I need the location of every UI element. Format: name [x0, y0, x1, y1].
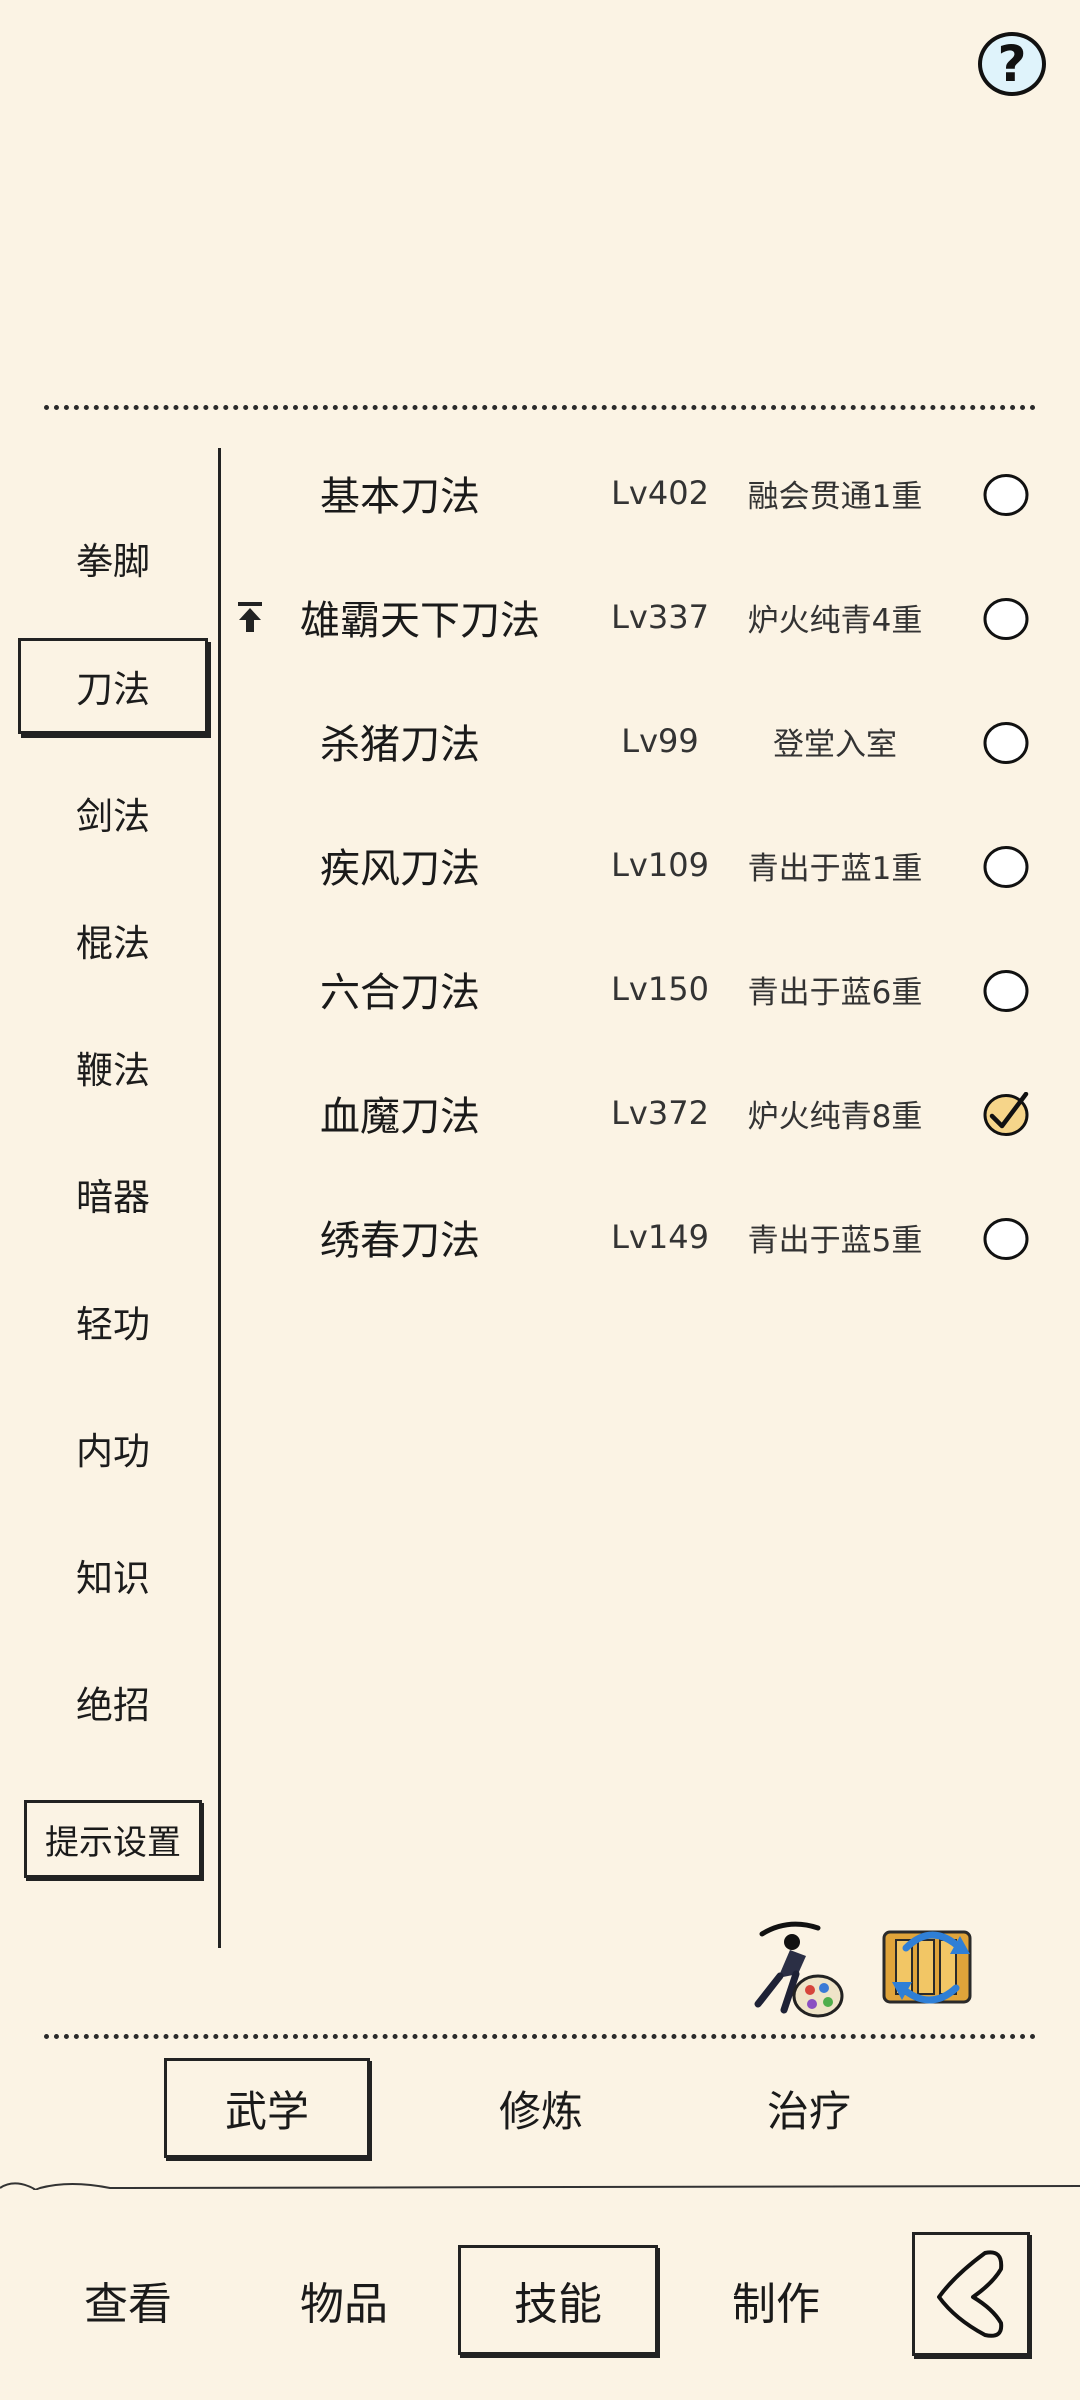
skill-row[interactable]: 血魔刀法 Lv372 炉火纯青8重 [230, 1068, 1050, 1158]
unchecked-circle-icon[interactable] [982, 596, 1030, 642]
tab-xiulian[interactable]: 修炼 [438, 2058, 644, 2158]
tip-settings-button[interactable]: 提示设置 [24, 1800, 202, 1878]
unchecked-circle-icon[interactable] [982, 720, 1030, 766]
category-zhishi[interactable]: 知识 [18, 1527, 208, 1623]
skill-rank: 融会贯通1重 [747, 478, 923, 515]
skill-name: 绣春刀法 [320, 1218, 480, 1264]
category-qinggong[interactable]: 轻功 [18, 1273, 208, 1369]
skill-rank: 青出于蓝5重 [747, 1222, 923, 1259]
skill-row[interactable]: 绣春刀法 Lv149 青出于蓝5重 [230, 1192, 1050, 1282]
skill-rank: 青出于蓝6重 [747, 974, 923, 1011]
category-bianfa[interactable]: 鞭法 [18, 1019, 208, 1115]
skill-name: 基本刀法 [320, 474, 480, 520]
martial-artist-palette-icon[interactable] [740, 1912, 850, 2022]
skill-rank: 炉火纯青4重 [747, 602, 923, 639]
unchecked-circle-icon[interactable] [982, 844, 1030, 890]
nav-wupin[interactable]: 物品 [244, 2245, 444, 2355]
panel-divider [218, 448, 221, 1948]
tab-wuxue[interactable]: 武学 [164, 2058, 370, 2158]
category-anqi[interactable]: 暗器 [18, 1146, 208, 1242]
category-jianfa[interactable]: 剑法 [18, 765, 208, 861]
skill-rank: 登堂入室 [773, 726, 897, 763]
category-daofa[interactable]: 刀法 [18, 638, 208, 734]
skill-row[interactable]: 基本刀法 Lv402 融会贯通1重 [230, 448, 1050, 538]
unchecked-circle-icon[interactable] [982, 968, 1030, 1014]
skill-name: 血魔刀法 [320, 1094, 480, 1140]
skill-rank: 炉火纯青8重 [747, 1098, 923, 1135]
category-quanjiao[interactable]: 拳脚 [18, 510, 208, 606]
scroll-swap-icon[interactable] [876, 1912, 986, 2022]
skill-name: 雄霸天下刀法 [300, 598, 540, 644]
back-button[interactable] [912, 2232, 1030, 2356]
category-juezhao[interactable]: 绝招 [18, 1654, 208, 1750]
skill-name: 六合刀法 [320, 970, 480, 1016]
nav-chakan[interactable]: 查看 [28, 2245, 228, 2355]
skill-name: 疾风刀法 [320, 846, 480, 892]
question-mark-icon: ? [997, 35, 1027, 93]
unchecked-circle-icon[interactable] [982, 472, 1030, 518]
category-neigong[interactable]: 内功 [18, 1400, 208, 1496]
back-arrow-icon [937, 2250, 1004, 2338]
unchecked-circle-icon[interactable] [982, 1216, 1030, 1262]
skill-rank: 青出于蓝1重 [747, 850, 923, 887]
skill-row[interactable]: 六合刀法 Lv150 青出于蓝6重 [230, 944, 1050, 1034]
nav-zhizuo[interactable]: 制作 [676, 2245, 876, 2355]
tab-zhiliao[interactable]: 治疗 [706, 2058, 912, 2158]
skill-row[interactable]: 雄霸天下刀法 Lv337 炉火纯青4重 [230, 572, 1050, 662]
help-button[interactable]: ? [978, 32, 1046, 96]
category-gunfa[interactable]: 棍法 [18, 892, 208, 988]
top-divider [44, 405, 1036, 410]
nav-jineng[interactable]: 技能 [458, 2245, 658, 2355]
bottom-divider [44, 2034, 1036, 2039]
skill-name: 杀猪刀法 [320, 722, 480, 768]
skill-row[interactable]: 疾风刀法 Lv109 青出于蓝1重 [230, 820, 1050, 910]
skill-row[interactable]: 杀猪刀法 Lv99 登堂入室 [230, 696, 1050, 786]
checked-circle-icon[interactable] [982, 1092, 1030, 1138]
